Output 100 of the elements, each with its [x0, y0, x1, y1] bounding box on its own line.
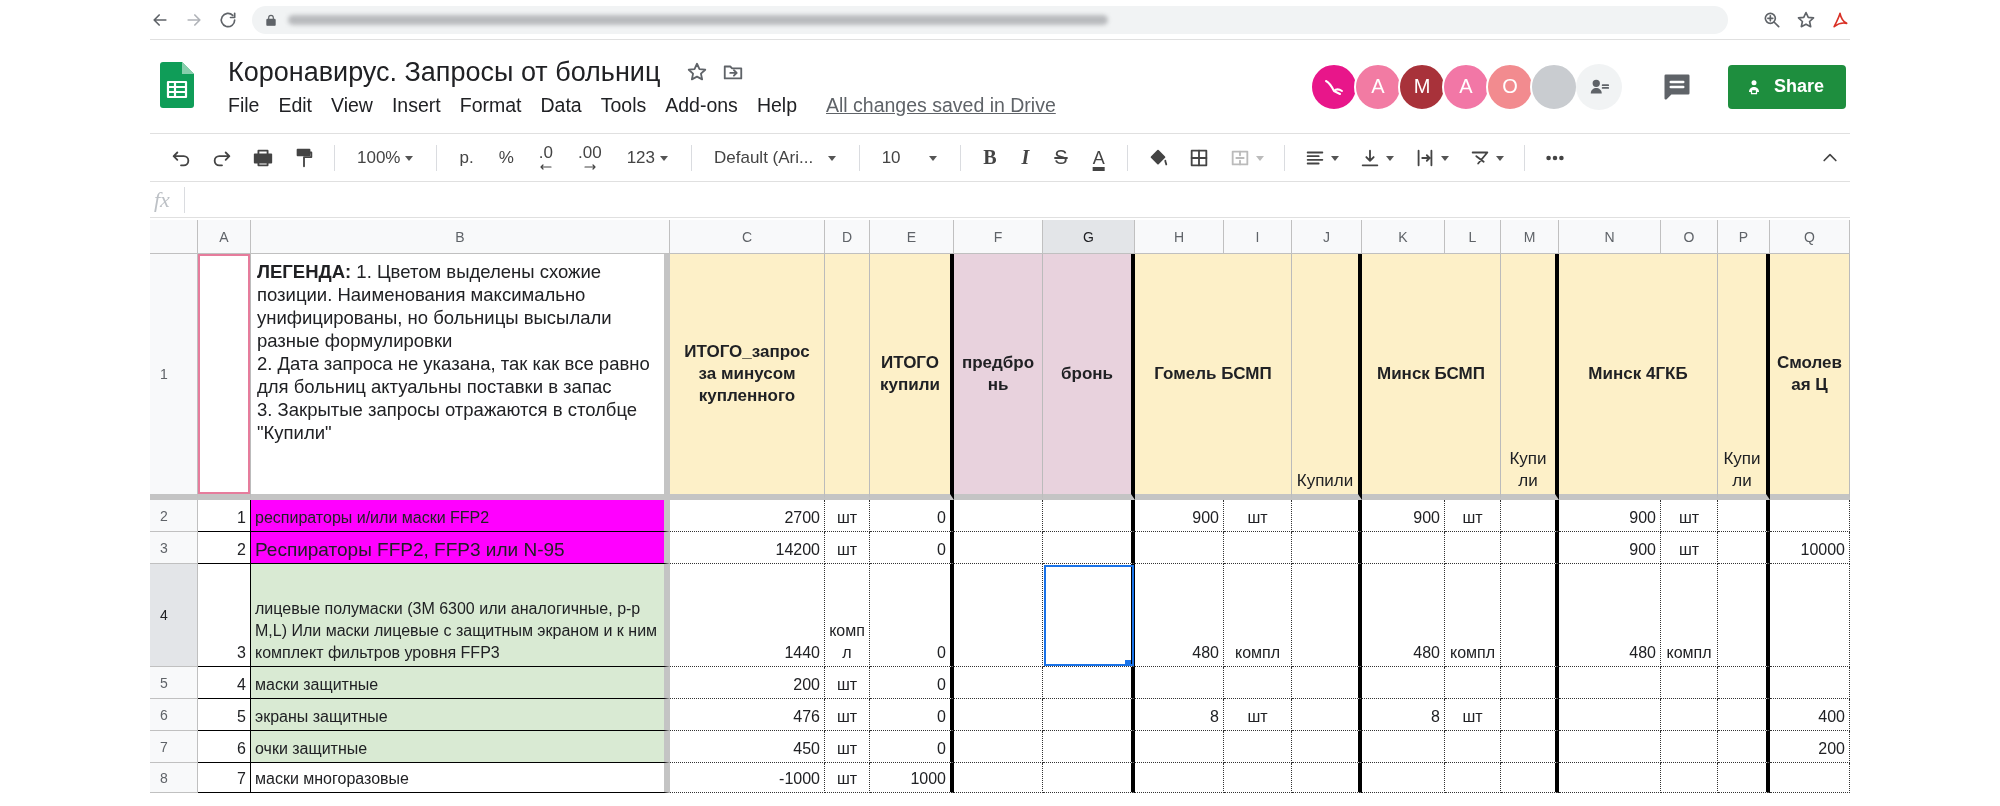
- column-header[interactable]: L: [1445, 220, 1501, 254]
- table-cell: 480: [1559, 564, 1661, 667]
- table-cell: шт: [825, 500, 870, 532]
- row-header[interactable]: 7: [150, 731, 198, 763]
- table-cell: шт: [1661, 532, 1718, 564]
- column-header[interactable]: C: [670, 220, 825, 254]
- column-header[interactable]: E: [870, 220, 954, 254]
- table-cell: 400: [1770, 699, 1850, 731]
- table-cell: 480: [1135, 564, 1224, 667]
- table-cell: 10000: [1770, 532, 1850, 564]
- column-header[interactable]: Q: [1770, 220, 1850, 254]
- column-header[interactable]: O: [1661, 220, 1718, 254]
- row-header[interactable]: 5: [150, 667, 198, 699]
- table-cell: Купили: [1501, 254, 1559, 500]
- column-header[interactable]: N: [1559, 220, 1661, 254]
- table-cell: 7: [198, 763, 251, 793]
- column-header[interactable]: A: [198, 220, 251, 254]
- column-header[interactable]: G: [1043, 220, 1135, 254]
- share-button[interactable]: Share: [1727, 64, 1846, 109]
- table-cell: шт: [825, 731, 870, 763]
- column-header[interactable]: I: [1224, 220, 1292, 254]
- table-cell: 8: [1362, 699, 1445, 731]
- menu-item[interactable]: Add-ons: [665, 93, 738, 117]
- table-cell: лицевые полумаски (3М 6300 или аналогичные, р-р M,L) Или маски лицевые с защитным экраном и к ним комплект фильтров уровня FFP3: [251, 564, 670, 667]
- address-field[interactable]: [252, 5, 1728, 34]
- column-header[interactable]: F: [954, 220, 1043, 254]
- table-cell: компл: [825, 564, 870, 667]
- row-header[interactable]: 1: [150, 254, 198, 500]
- star-icon[interactable]: [1796, 9, 1816, 30]
- number-format-dropdown[interactable]: 123: [623, 145, 672, 170]
- strikethrough-button[interactable]: S: [1051, 144, 1071, 171]
- table-cell: 1440: [670, 564, 825, 667]
- table-cell: Минск 4ГКБ: [1559, 254, 1718, 500]
- table-cell: респираторы и/или маски FFP2: [251, 500, 670, 532]
- decrease-decimals-button[interactable]: .0: [535, 143, 556, 172]
- table-cell: ИТОГО купили: [870, 254, 954, 500]
- font-size-dropdown[interactable]: 10: [878, 145, 942, 170]
- menu-item[interactable]: Edit: [278, 93, 313, 117]
- italic-button[interactable]: I: [1018, 144, 1033, 171]
- table-cell: 0: [870, 699, 954, 731]
- table-cell: Гомель БСМП: [1135, 254, 1292, 500]
- table-cell: шт: [825, 532, 870, 564]
- table-cell: 900: [1135, 500, 1224, 532]
- table-cell: шт: [825, 699, 870, 731]
- avatar[interactable]: M: [1397, 62, 1446, 111]
- menu-item[interactable]: Format: [459, 93, 522, 117]
- column-header[interactable]: D: [825, 220, 870, 254]
- menu-item[interactable]: Tools: [600, 93, 647, 117]
- row-header[interactable]: 6: [150, 699, 198, 731]
- table-cell: Смолевая Ц: [1770, 254, 1850, 500]
- increase-decimals-button[interactable]: .00: [575, 143, 605, 172]
- save-status-link[interactable]: All changes saved in Drive: [826, 93, 1056, 117]
- currency-format-button[interactable]: р.: [456, 145, 477, 170]
- fill-handle[interactable]: [1125, 660, 1131, 666]
- table-cell: Купили: [1718, 254, 1770, 500]
- column-header[interactable]: K: [1362, 220, 1445, 254]
- column-header[interactable]: P: [1718, 220, 1770, 254]
- table-cell: компл: [1224, 564, 1292, 667]
- table-cell: компл: [1661, 564, 1718, 667]
- arrow-right-icon: [583, 163, 596, 170]
- column-header[interactable]: J: [1292, 220, 1362, 254]
- table-cell: шт: [825, 763, 870, 793]
- table-cell: Респираторы FFP2, FFP3 или N-95: [251, 532, 670, 564]
- row-header[interactable]: 3: [150, 532, 198, 564]
- lock-icon: [264, 12, 278, 27]
- row-header[interactable]: 2: [150, 500, 198, 532]
- column-header[interactable]: M: [1501, 220, 1559, 254]
- text-color-button[interactable]: A: [1089, 145, 1108, 170]
- table-cell: Купили: [1292, 254, 1362, 500]
- table-cell: бронь: [1043, 254, 1135, 500]
- table-cell: 0: [870, 532, 954, 564]
- font-dropdown[interactable]: Default (Ari...: [711, 145, 840, 170]
- table-cell: 480: [1362, 564, 1445, 667]
- table-cell: 0: [870, 500, 954, 532]
- column-header[interactable]: H: [1135, 220, 1224, 254]
- table-cell: 0: [870, 564, 954, 667]
- menu-item[interactable]: View: [331, 93, 373, 117]
- menu-item[interactable]: Help: [756, 93, 797, 117]
- row-header[interactable]: 4: [150, 564, 198, 667]
- menu-item[interactable]: Insert: [391, 93, 441, 117]
- row-header[interactable]: 8: [150, 763, 198, 793]
- person-plus-icon[interactable]: [1575, 63, 1622, 110]
- table-cell: 1000: [870, 763, 954, 793]
- column-header[interactable]: B: [251, 220, 670, 254]
- percent-format-button[interactable]: %: [495, 145, 517, 170]
- table-cell: 2700: [670, 500, 825, 532]
- menu-item[interactable]: File: [228, 93, 260, 117]
- document-title[interactable]: Коронавирус. Запросы от больниц: [228, 56, 661, 88]
- bold-button[interactable]: B: [980, 144, 1000, 171]
- table-cell: 200: [1770, 731, 1850, 763]
- arrow-left-icon: [539, 163, 552, 170]
- menu-item[interactable]: Data: [540, 93, 582, 117]
- table-cell: шт: [1224, 500, 1292, 532]
- table-cell: очки защитные: [251, 731, 670, 763]
- table-cell: 0: [870, 667, 954, 699]
- sheets-logo-icon[interactable]: [160, 61, 194, 108]
- table-cell: ИТОГО_запрос за минусом купленного: [670, 254, 825, 500]
- table-cell: 14200: [670, 532, 825, 564]
- zoom-dropdown[interactable]: 100%: [354, 145, 418, 170]
- star-icon[interactable]: [686, 61, 709, 83]
